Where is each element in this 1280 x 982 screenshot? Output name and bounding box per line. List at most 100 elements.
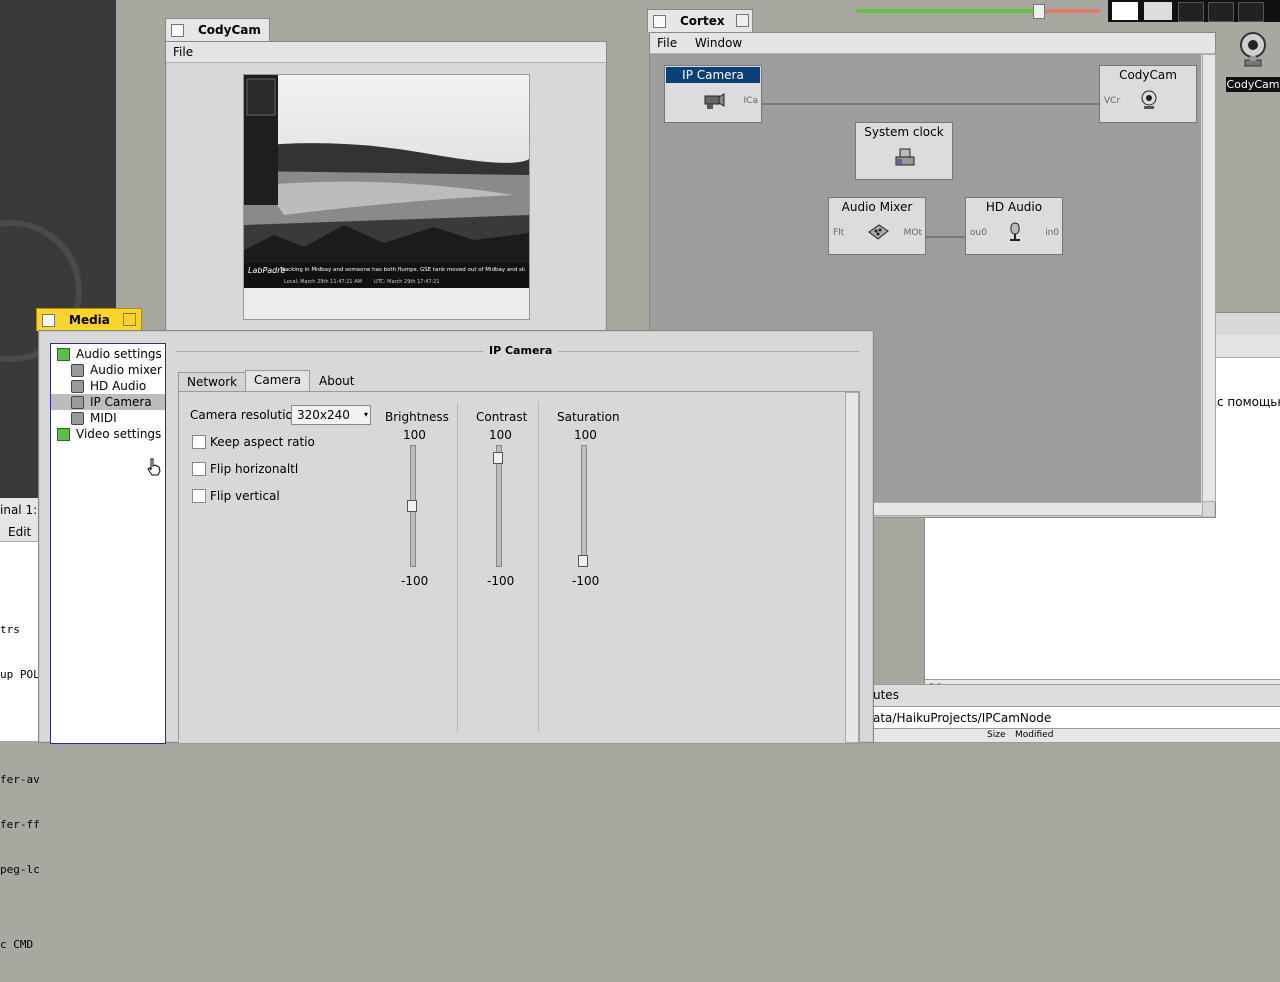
cortex-window-tab[interactable]: Cortex	[647, 9, 753, 32]
column-modified[interactable]: Modified	[1015, 729, 1053, 742]
list-item-label: Audio settings	[76, 347, 162, 361]
input-port[interactable]: VCr	[1104, 96, 1120, 106]
preview-brand: LabPadre	[248, 266, 286, 275]
menu-file[interactable]: File	[166, 42, 200, 62]
output-port[interactable]: ICa	[744, 96, 758, 106]
close-button[interactable]	[653, 15, 666, 28]
menu-file[interactable]: File	[650, 33, 684, 53]
contrast-label: Contrast	[476, 410, 528, 424]
video-preview-image	[244, 75, 529, 288]
media-window-title: Media	[69, 313, 110, 327]
video-preview-frame: Tracking in Midbay and someone has both …	[243, 74, 530, 320]
flip-horizontal-checkbox[interactable]	[192, 462, 206, 476]
volume-slider-track[interactable]	[856, 9, 1100, 13]
terminal-line: trs	[0, 623, 20, 636]
volume-slider-knob[interactable]	[1033, 4, 1045, 19]
tracker-text: с помощью	[1217, 395, 1280, 409]
contrast-max: 100	[489, 428, 512, 442]
zoom-button[interactable]	[736, 14, 749, 27]
node-hd-audio[interactable]: HD Audio ou0 in0	[965, 197, 1063, 255]
computer-icon	[895, 148, 915, 166]
list-item-ip-camera[interactable]: IP Camera	[51, 394, 165, 410]
terminal-window[interactable]: inal 1:1 Edit trs up POL fer-av fer-ff p…	[0, 498, 43, 951]
input-port[interactable]: ou0	[970, 228, 987, 238]
zoom-button[interactable]	[123, 313, 136, 326]
list-item-audio-mixer[interactable]: Audio mixer	[51, 362, 165, 378]
node-title: HD Audio	[985, 200, 1043, 214]
terminal-text: trs up POL fer-av fer-ff peg-lc c CMD	[0, 592, 42, 982]
cortex-vertical-scrollbar[interactable]	[1202, 54, 1216, 502]
input-port[interactable]: Flt	[833, 228, 844, 238]
tracker-path-field[interactable]: ata/HaikuProjects/IPCamNode	[868, 706, 1280, 730]
tab-camera[interactable]: Camera	[245, 370, 311, 391]
disk-icon	[71, 364, 84, 377]
panel-vertical-scrollbar[interactable]	[845, 392, 859, 743]
media-settings-list[interactable]: Audio settings Audio mixer HD Audio IP C…	[50, 343, 166, 744]
webcam-icon	[1141, 90, 1157, 109]
saturation-label: Saturation	[557, 410, 620, 424]
list-item-label: Audio mixer	[90, 363, 162, 377]
saturation-slider-track[interactable]	[581, 445, 587, 567]
chevron-down-icon: ▾	[363, 410, 368, 419]
terminal-line: peg-lc	[0, 863, 40, 876]
brightness-min: -100	[401, 574, 429, 588]
tab-about[interactable]: About	[311, 372, 362, 390]
node-title: CodyCam	[1119, 68, 1177, 82]
terminal-menu-edit[interactable]: Edit	[0, 522, 42, 542]
camera-tab-panel: Camera resolution: 320x240 ▾ Keep aspect…	[178, 391, 860, 744]
terminal-line: up POL	[0, 668, 40, 681]
list-item-label: Video settings	[76, 427, 162, 441]
codycam-window-tab[interactable]: CodyCam	[165, 18, 270, 41]
codycam-window[interactable]: File Tracking in Midbay and someone has …	[165, 41, 607, 333]
list-item-hd-audio[interactable]: HD Audio	[51, 378, 165, 394]
desktop-icon-codycam[interactable]: CodyCam	[1226, 30, 1280, 94]
resolution-label: Camera resolution:	[190, 408, 305, 422]
codycam-menubar: File	[166, 42, 606, 63]
column-size[interactable]: Size	[987, 729, 1005, 742]
output-port[interactable]: MOt	[904, 228, 922, 238]
media-window-tab[interactable]: Media	[36, 308, 142, 331]
media-window[interactable]: Audio settings Audio mixer HD Audio IP C…	[38, 330, 874, 744]
brightness-slider-knob[interactable]	[407, 500, 417, 512]
flip-vertical-checkbox[interactable]	[192, 489, 206, 503]
terminal-line: fer-av	[0, 773, 40, 786]
brightness-max: 100	[403, 428, 426, 442]
menu-window[interactable]: Window	[688, 33, 749, 53]
saturation-max: 100	[574, 428, 597, 442]
webcam-icon	[1240, 32, 1266, 67]
close-button[interactable]	[171, 24, 184, 37]
node-title: IP Camera	[666, 67, 760, 83]
tray-item[interactable]	[1208, 2, 1234, 22]
tray-item[interactable]	[1144, 2, 1172, 20]
node-ip-camera[interactable]: IP Camera ICa	[664, 65, 762, 123]
keep-aspect-ratio-checkbox[interactable]	[192, 435, 206, 449]
tray-item[interactable]	[1238, 2, 1264, 22]
mixer-icon	[868, 224, 889, 240]
checkbox-label: Keep aspect ratio	[210, 435, 315, 449]
contrast-slider-knob[interactable]	[493, 451, 503, 464]
resolution-dropdown[interactable]: 320x240 ▾	[291, 405, 371, 425]
cortex-window-title: Cortex	[680, 14, 725, 28]
tray-item[interactable]	[1112, 2, 1138, 20]
audio-settings-icon	[57, 348, 70, 361]
node-audio-mixer[interactable]: Audio Mixer Flt MOt	[828, 197, 926, 255]
list-item-video-settings[interactable]: Video settings	[51, 426, 165, 442]
saturation-slider-knob[interactable]	[578, 555, 588, 567]
list-item-label: MIDI	[90, 411, 117, 425]
checkbox-label: Flip horizonaltl	[210, 462, 299, 476]
node-system-clock[interactable]: System clock	[855, 122, 953, 180]
list-item-audio-settings[interactable]: Audio settings	[51, 346, 165, 362]
node-codycam[interactable]: CodyCam VCr	[1099, 65, 1197, 123]
preview-overlay-text: Tracking in Midbay and someone has both …	[280, 267, 525, 273]
list-item-midi[interactable]: MIDI	[51, 410, 165, 426]
close-button[interactable]	[42, 314, 55, 327]
tray-item[interactable]	[1178, 2, 1204, 22]
preview-utc-time: UTC: March 29th 17:47:21	[374, 279, 440, 285]
list-item-label: IP Camera	[90, 395, 152, 409]
terminal-title: inal 1:1	[0, 498, 42, 523]
tracker-tab[interactable]: utes	[868, 684, 1280, 708]
codycam-window-title: CodyCam	[198, 23, 261, 37]
output-port[interactable]: in0	[1045, 228, 1059, 238]
tab-network[interactable]: Network	[178, 372, 247, 391]
node-title: Audio Mixer	[841, 200, 913, 214]
